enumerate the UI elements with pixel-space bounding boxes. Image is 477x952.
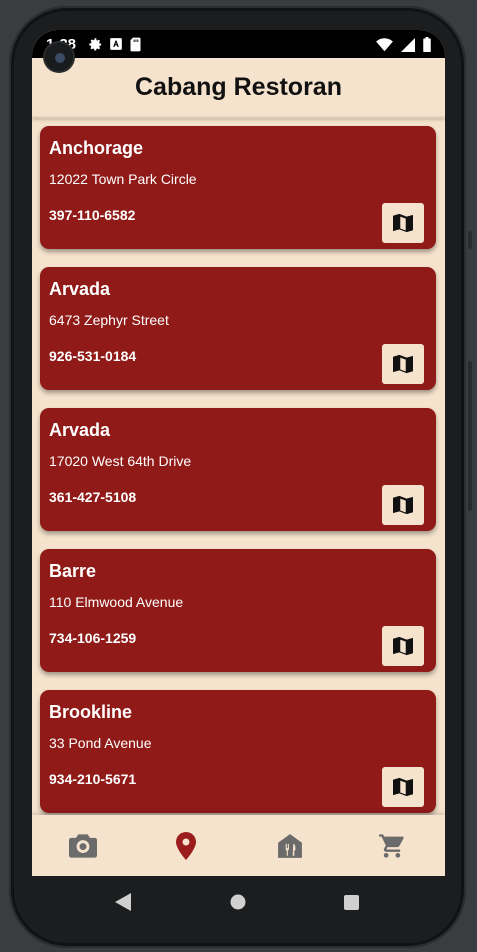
nav-location[interactable] xyxy=(166,829,206,863)
restaurant-house-icon xyxy=(278,834,302,858)
branch-address: 110 Elmwood Avenue xyxy=(49,594,184,610)
branch-name: Brookline xyxy=(49,702,133,722)
system-navigation-bar xyxy=(32,876,445,926)
nav-restaurant[interactable] xyxy=(270,829,310,863)
map-button[interactable] xyxy=(382,626,424,666)
home-icon xyxy=(230,894,246,910)
sd-card-icon xyxy=(130,37,141,52)
camera-icon xyxy=(69,834,97,858)
app-bar: Cabang Restoran xyxy=(32,58,445,118)
power-button xyxy=(468,231,472,249)
branch-phone: 934-210-5671 xyxy=(49,771,137,787)
branch-name: Arvada xyxy=(49,420,111,440)
location-pin-icon xyxy=(176,832,196,860)
map-icon xyxy=(393,495,413,515)
signal-icon xyxy=(401,37,415,52)
branch-phone: 361-427-5108 xyxy=(49,489,137,505)
branch-address: 6473 Zephyr Street xyxy=(49,312,169,328)
branch-card[interactable]: Arvada 6473 Zephyr Street 926-531-0184 xyxy=(40,267,436,390)
branch-address: 12022 Town Park Circle xyxy=(49,171,197,187)
app-screen: 1:38 Cabang Restoran Anchorage 12022 Tow… xyxy=(32,30,445,876)
map-icon xyxy=(393,354,413,374)
page-title: Cabang Restoran xyxy=(135,72,342,101)
map-icon xyxy=(393,777,413,797)
branch-list: Anchorage 12022 Town Park Circle 397-110… xyxy=(32,120,445,815)
front-camera xyxy=(45,43,73,71)
map-button[interactable] xyxy=(382,203,424,243)
nav-cart[interactable] xyxy=(372,829,412,863)
recents-button[interactable] xyxy=(337,888,365,916)
branch-phone: 926-531-0184 xyxy=(49,348,137,364)
map-button[interactable] xyxy=(382,344,424,384)
branch-name: Barre xyxy=(49,561,97,581)
wifi-icon xyxy=(376,37,393,51)
branch-address: 33 Pond Avenue xyxy=(49,735,152,751)
branch-card[interactable]: Arvada 17020 West 64th Drive 361-427-510… xyxy=(40,408,436,531)
nav-camera[interactable] xyxy=(63,829,103,863)
branch-phone: 397-110-6582 xyxy=(49,207,136,223)
bottom-navigation xyxy=(32,815,445,876)
recents-icon xyxy=(343,894,359,910)
text-a-icon xyxy=(110,38,122,50)
branch-name: Arvada xyxy=(49,279,111,299)
cart-icon xyxy=(379,834,404,858)
status-bar: 1:38 xyxy=(32,30,445,58)
map-button[interactable] xyxy=(382,485,424,525)
back-button[interactable] xyxy=(109,888,137,916)
branch-phone: 734-106-1259 xyxy=(49,630,137,646)
map-icon xyxy=(393,213,413,233)
branch-card[interactable]: Brookline 33 Pond Avenue 934-210-5671 xyxy=(40,690,436,813)
map-button[interactable] xyxy=(382,767,424,807)
branch-address: 17020 West 64th Drive xyxy=(49,453,192,469)
branch-name: Anchorage xyxy=(49,138,144,158)
gear-icon xyxy=(89,38,102,51)
back-icon xyxy=(115,893,131,911)
branch-card[interactable]: Barre 110 Elmwood Avenue 734-106-1259 xyxy=(40,549,436,672)
home-button[interactable] xyxy=(224,888,252,916)
map-icon xyxy=(393,636,413,656)
volume-button xyxy=(468,361,472,511)
battery-icon xyxy=(423,37,431,52)
branch-card[interactable]: Anchorage 12022 Town Park Circle 397-110… xyxy=(40,126,436,249)
